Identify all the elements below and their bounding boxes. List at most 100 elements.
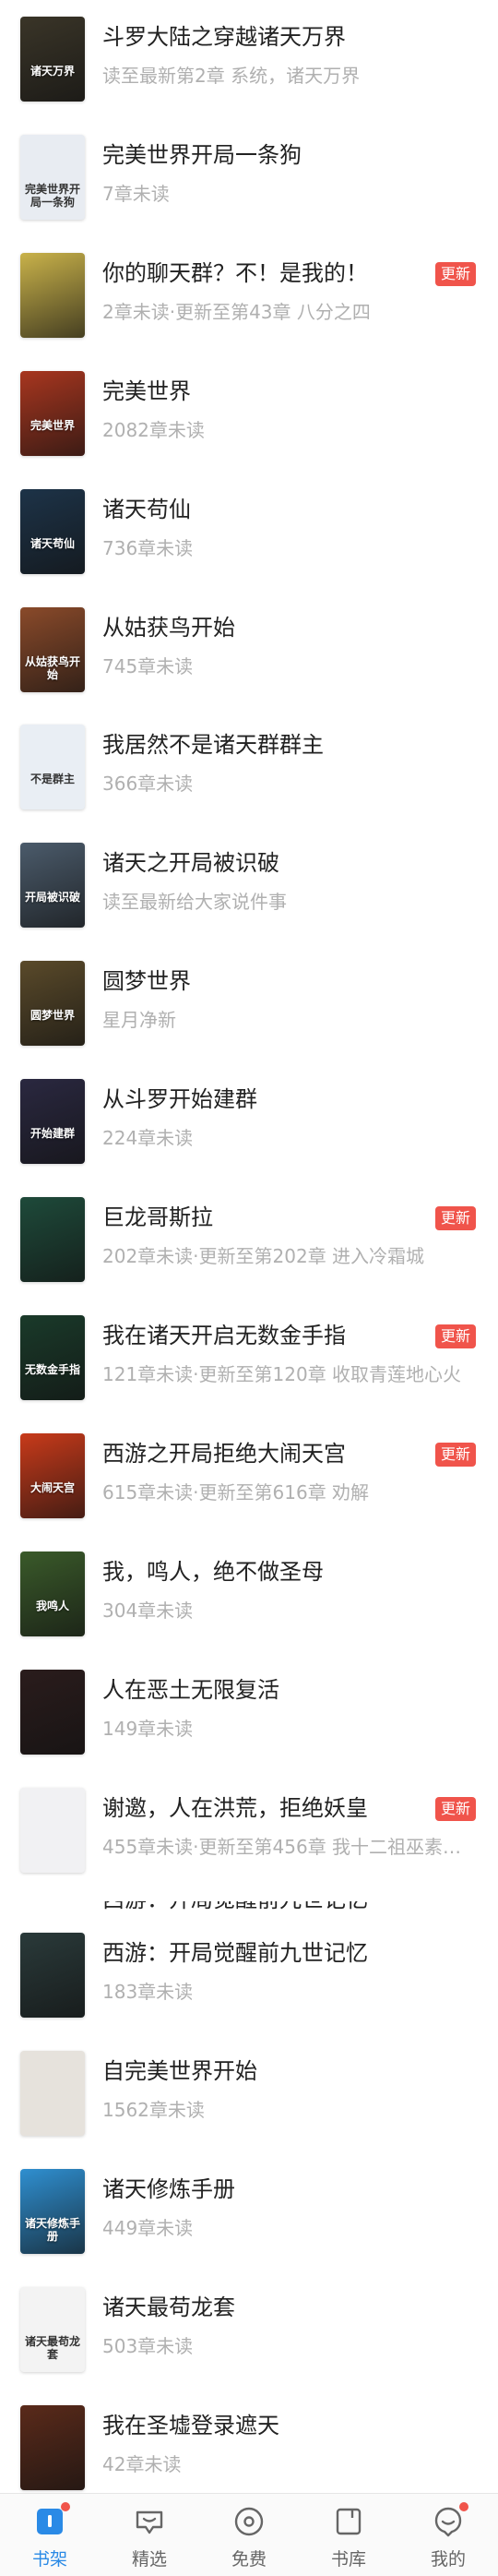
update-badge: 更新	[435, 1324, 476, 1348]
book-row[interactable]: 完美世界开局一条狗 完美世界开局一条狗 7章未读	[0, 118, 498, 236]
book-title: 我居然不是诸天群群主	[102, 732, 324, 758]
book-cover[interactable]	[20, 2405, 85, 2490]
book-cover[interactable]: 不是群主	[20, 725, 85, 809]
featured-icon	[136, 2510, 163, 2534]
book-progress: 224章未读	[102, 1127, 194, 1149]
notification-dot	[459, 2502, 468, 2511]
book-cover[interactable]: 诸天最苟龙套	[20, 2287, 85, 2372]
book-title: 自完美世界开始	[102, 2058, 257, 2084]
tab-free[interactable]: 免费	[199, 2494, 299, 2576]
notification-dot	[61, 2502, 70, 2511]
cover-text: 诸天最苟龙套	[24, 2335, 80, 2361]
book-cover[interactable]: 开始建群	[20, 1079, 85, 1164]
tab-label: 我的	[430, 2549, 466, 2570]
book-title: 圆梦世界	[102, 968, 191, 994]
book-row[interactable]: 我在圣墟登录遮天 42章未读	[0, 2389, 498, 2507]
book-row[interactable]: 不是群主 我居然不是诸天群群主 366章未读	[0, 708, 498, 826]
bottom-tab-bar: 书架 精选 免费 书库 我的	[0, 2493, 498, 2576]
book-row[interactable]: 圆梦世界 圆梦世界 星月净新	[0, 944, 498, 1062]
book-cover[interactable]: 开局被识破	[20, 843, 85, 928]
tab-label: 书架	[31, 2549, 67, 2570]
book-progress: 503章未读	[102, 2335, 194, 2357]
book-cover[interactable]: 我鸣人	[20, 1552, 85, 1636]
book-progress: 121章未读·更新至第120章 收取青莲地心火	[102, 1363, 462, 1385]
cover-text: 完美世界	[30, 419, 75, 432]
book-cover[interactable]: 完美世界	[20, 371, 85, 456]
book-row[interactable]: 诸天万界 斗罗大陆之穿越诸天万界 读至最新第2章 系统，诸天万界	[0, 0, 498, 118]
book-cover[interactable]: 无数金手指	[20, 1315, 85, 1400]
library-icon	[336, 2508, 362, 2535]
book-progress: 星月净新	[102, 1009, 176, 1031]
book-title: 我，鸣人，绝不做圣母	[102, 1559, 324, 1585]
cover-text: 诸天万界	[30, 65, 75, 78]
book-title: 西游：开局觉醒前九世记忆	[102, 1940, 368, 1966]
book-progress: 183章未读	[102, 1981, 194, 2003]
book-progress: 736章未读	[102, 537, 194, 559]
book-cover[interactable]: 完美世界开局一条狗	[20, 135, 85, 220]
book-cover[interactable]: 大闹天宫	[20, 1433, 85, 1518]
book-row[interactable]: 自完美世界开始 1562章未读	[0, 2034, 498, 2152]
cover-text: 无数金手指	[24, 1363, 80, 1376]
book-title: 从斗罗开始建群	[102, 1086, 257, 1112]
book-row[interactable]: 人在恶土无限复活 149章未读	[0, 1653, 498, 1771]
book-progress: 304章未读	[102, 1600, 194, 1622]
cover-text: 不是群主	[30, 773, 75, 785]
book-title: 巨龙哥斯拉	[102, 1204, 213, 1230]
book-progress: 读至最新给大家说件事	[102, 891, 287, 913]
book-cover[interactable]: 诸天修炼手册	[20, 2169, 85, 2254]
book-cover[interactable]	[20, 1670, 85, 1755]
book-row[interactable]: 无数金手指 我在诸天开启无数金手指 121章未读·更新至第120章 收取青莲地心火 更…	[0, 1299, 498, 1417]
book-row[interactable]: 你的聊天群？不！是我的！ 2章未读·更新至第43章 八分之四 更新	[0, 236, 498, 354]
book-progress: 745章未读	[102, 655, 194, 677]
book-progress: 366章未读	[102, 773, 194, 795]
tab-label: 免费	[231, 2549, 267, 2570]
book-row[interactable]: 我鸣人 我，鸣人，绝不做圣母 304章未读	[0, 1535, 498, 1653]
cover-text: 我鸣人	[35, 1600, 69, 1612]
book-title: 诸天之开局被识破	[102, 850, 279, 876]
book-row[interactable]: 开局被识破 诸天之开局被识破读至最新给大家说件事	[0, 826, 498, 944]
book-cover[interactable]: 诸天万界	[20, 17, 85, 102]
tab-label: 书库	[330, 2549, 366, 2570]
book-progress: 42章未读	[102, 2453, 182, 2475]
book-row[interactable]: 诸天苟仙 诸天苟仙 736章未读	[0, 473, 498, 591]
book-cover[interactable]	[20, 1933, 85, 2018]
book-row[interactable]: 巨龙哥斯拉 202章未读·更新至第202章 进入冷霜城 更新	[0, 1180, 498, 1299]
partially-hidden-title: 西游：开局觉醒前九世记忆	[102, 1901, 368, 1914]
cover-text: 大闹天宫	[30, 1481, 75, 1494]
book-row[interactable]: 谢邀，人在洪荒，拒绝妖皇 455章未读·更新至第456章 我十二祖巫素… 更新	[0, 1771, 498, 1889]
book-title: 诸天修炼手册	[102, 2176, 235, 2202]
update-badge: 更新	[435, 1797, 476, 1821]
cover-text: 开局被识破	[24, 891, 80, 904]
book-row[interactable]: 大闹天宫 西游之开局拒绝大闹天宫 615章未读·更新至第616章 劝解 更新	[0, 1417, 498, 1535]
book-progress: 449章未读	[102, 2217, 194, 2239]
book-progress: 2082章未读	[102, 419, 205, 441]
book-cover[interactable]	[20, 1788, 85, 1873]
book-cover[interactable]	[20, 2051, 85, 2136]
tab-profile[interactable]: 我的	[398, 2494, 498, 2576]
book-cover[interactable]	[20, 253, 85, 338]
book-row[interactable]: 西游：开局觉醒前九世记忆 183章未读	[0, 1916, 498, 2034]
update-badge: 更新	[435, 1443, 476, 1467]
book-cover[interactable]: 圆梦世界	[20, 961, 85, 1046]
book-row[interactable]: 开始建群 从斗罗开始建群 224章未读	[0, 1062, 498, 1180]
book-row[interactable]: 从姑获鸟开始 从姑获鸟开始 745章未读	[0, 591, 498, 709]
book-progress: 2章未读·更新至第43章 八分之四	[102, 301, 371, 323]
book-progress: 615章未读·更新至第616章 劝解	[102, 1481, 370, 1504]
cover-text: 圆梦世界	[30, 1009, 75, 1022]
cover-text: 开始建群	[30, 1127, 75, 1140]
tab-library[interactable]: 书库	[299, 2494, 398, 2576]
cover-text: 诸天修炼手册	[24, 2217, 80, 2243]
tab-bookshelf[interactable]: 书架	[0, 2494, 100, 2576]
book-row[interactable]: 诸天最苟龙套 诸天最苟龙套 503章未读	[0, 2270, 498, 2389]
book-title: 诸天苟仙	[102, 497, 191, 522]
book-cover[interactable]: 从姑获鸟开始	[20, 607, 85, 692]
book-cover[interactable]: 诸天苟仙	[20, 489, 85, 574]
book-cover[interactable]	[20, 1197, 85, 1282]
cover-text: 从姑获鸟开始	[24, 655, 80, 681]
book-title: 谢邀，人在洪荒，拒绝妖皇	[102, 1795, 368, 1821]
tab-featured[interactable]: 精选	[100, 2494, 199, 2576]
book-progress: 1562章未读	[102, 2099, 205, 2121]
book-progress: 7章未读	[102, 183, 170, 205]
book-row[interactable]: 诸天修炼手册 诸天修炼手册 449章未读	[0, 2152, 498, 2270]
book-row[interactable]: 完美世界 完美世界 2082章未读	[0, 354, 498, 473]
